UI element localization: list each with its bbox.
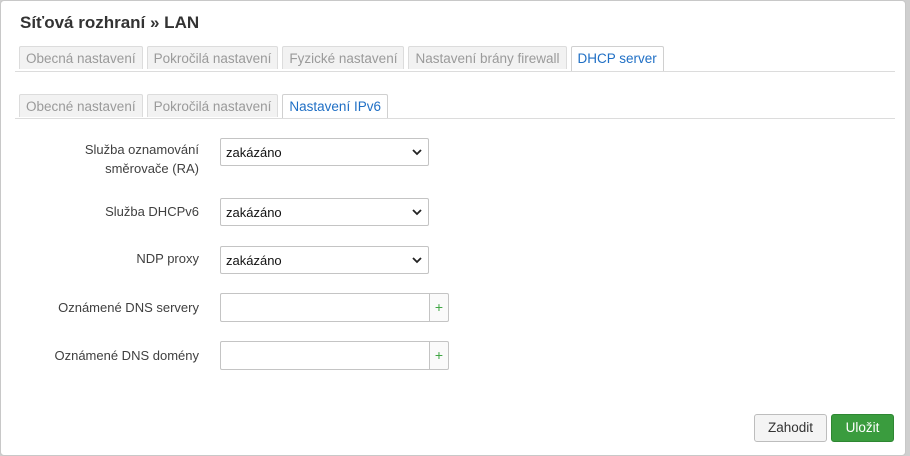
chevron-down-icon [412,257,422,264]
tab-advanced-settings[interactable]: Pokročilá nastavení [146,46,279,69]
tab-divider [15,71,895,72]
ndp-proxy-label: NDP proxy [136,251,199,266]
cancel-button[interactable]: Zahodit [754,414,827,442]
subtab-advanced-settings[interactable]: Pokročilá nastavení [146,94,279,117]
tab-firewall-settings[interactable]: Nastavení brány firewall [408,46,567,69]
ndp-proxy-value: zakázáno [226,253,282,268]
dhcpv6-service-label: Služba DHCPv6 [105,204,199,219]
chevron-down-icon [412,209,422,216]
ra-service-select[interactable]: zakázáno [220,138,429,166]
secondary-tab-bar: Obecné nastavení Pokročilá nastavení Nas… [19,94,388,119]
ra-service-value: zakázáno [226,145,282,160]
add-dns-server-button[interactable]: + [429,293,449,322]
subtab-ipv6-settings[interactable]: Nastavení IPv6 [282,94,388,119]
dns-servers-input[interactable] [220,293,429,322]
interface-settings-modal: Síťová rozhraní » LAN Obecná nastavení P… [0,0,906,456]
dns-servers-label: Oznámené DNS servery [58,300,199,315]
ndp-proxy-select[interactable]: zakázáno [220,246,429,274]
ra-service-label: Služba oznamování směrovače (RA) [84,142,199,176]
dns-domains-label: Oznámené DNS domény [54,348,199,363]
dhcpv6-service-select[interactable]: zakázáno [220,198,429,226]
save-button[interactable]: Uložit [831,414,894,442]
modal-title: Síťová rozhraní » LAN [20,13,200,32]
dhcpv6-service-value: zakázáno [226,205,282,220]
dns-domains-input[interactable] [220,341,429,370]
subtab-divider [15,118,895,119]
tab-physical-settings[interactable]: Fyzické nastavení [282,46,405,69]
add-dns-domain-button[interactable]: + [429,341,449,370]
chevron-down-icon [412,149,422,156]
tab-dhcp-server[interactable]: DHCP server [570,46,664,71]
tab-general-settings[interactable]: Obecná nastavení [19,46,143,69]
subtab-general-settings[interactable]: Obecné nastavení [19,94,143,117]
primary-tab-bar: Obecná nastavení Pokročilá nastavení Fyz… [19,46,664,71]
